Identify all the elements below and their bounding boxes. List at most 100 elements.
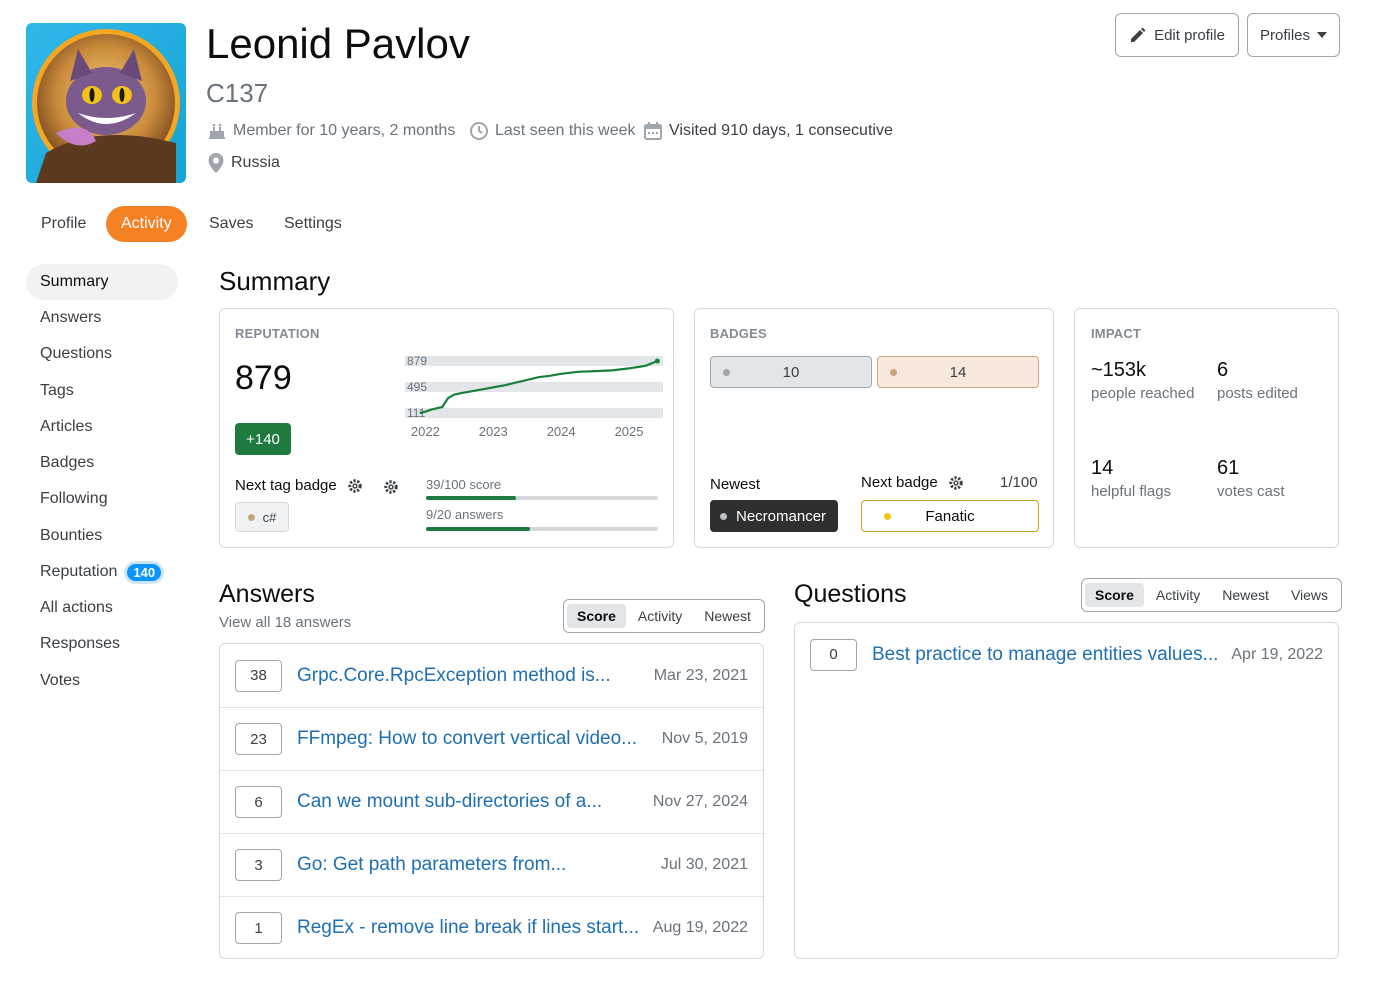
sort-activity[interactable]: Activity bbox=[628, 604, 692, 628]
reputation-chart: 879495111 2022 2023 2024 2025 bbox=[405, 354, 663, 439]
pencil-icon bbox=[1131, 27, 1146, 42]
sidebar-item-tags[interactable]: Tags bbox=[26, 373, 178, 409]
answer-row: 3 Go: Get path parameters from... Jul 30… bbox=[220, 833, 763, 896]
x-tick-label: 2025 bbox=[615, 424, 644, 439]
sidebar-item-label: Questions bbox=[40, 345, 113, 362]
questions-title: Questions bbox=[794, 580, 907, 608]
answer-title-link[interactable]: Go: Get path parameters from... bbox=[297, 854, 661, 876]
tab-label: Activity bbox=[121, 215, 172, 232]
tab-profile[interactable]: Profile bbox=[26, 206, 101, 242]
user-handle: C137 bbox=[206, 78, 269, 108]
answer-title-link[interactable]: Grpc.Core.RpcException method is... bbox=[297, 665, 654, 687]
sidebar-item-label: Responses bbox=[40, 635, 121, 652]
x-tick-label: 2023 bbox=[479, 424, 508, 439]
impact-card: IMPACT ~153k people reached 6 posts edit… bbox=[1074, 308, 1339, 548]
answer-score: 1 bbox=[235, 912, 282, 944]
people-reached-label: people reached bbox=[1091, 385, 1195, 402]
silver-badge-count[interactable]: 10 bbox=[710, 356, 872, 388]
newest-badge-chip[interactable]: Necromancer bbox=[710, 500, 838, 532]
sidebar-item-label: Following bbox=[40, 490, 108, 507]
sort-score[interactable]: Score bbox=[567, 604, 626, 628]
tag-chip[interactable]: c# bbox=[235, 502, 289, 532]
answer-row: 6 Can we mount sub-directories of a... N… bbox=[220, 770, 763, 833]
gear-icon[interactable] bbox=[383, 479, 399, 495]
x-tick-label: 2022 bbox=[411, 424, 440, 439]
silver-count: 10 bbox=[782, 363, 800, 381]
tab-label: Settings bbox=[284, 215, 342, 232]
sidebar-item-responses[interactable]: Responses bbox=[26, 626, 178, 662]
edit-profile-button[interactable]: Edit profile bbox=[1115, 13, 1239, 57]
reputation-count-badge: 140 bbox=[127, 563, 162, 581]
progress-answers-fill bbox=[426, 527, 531, 531]
next-badge-name: Fanatic bbox=[925, 507, 975, 525]
x-tick-label: 2024 bbox=[547, 424, 576, 439]
sidebar-item-badges[interactable]: Badges bbox=[26, 445, 178, 481]
next-badge-chip[interactable]: Fanatic bbox=[861, 500, 1039, 532]
answers-sort-control: Score Activity Newest bbox=[563, 599, 765, 633]
tab-label: Profile bbox=[41, 215, 87, 232]
question-date: Apr 19, 2022 bbox=[1231, 645, 1323, 663]
newest-badge-label: Newest bbox=[710, 476, 761, 493]
sort-newest[interactable]: Newest bbox=[694, 604, 761, 628]
reputation-card: REPUTATION 879 +140 879 495 111 2022 2023 20… bbox=[219, 308, 674, 548]
progress-score-label: 39/100 score bbox=[426, 477, 502, 492]
answer-title-link[interactable]: FFmpeg: How to convert vertical video... bbox=[297, 728, 662, 750]
progress-answers-track bbox=[426, 527, 658, 531]
badge-dot-icon bbox=[720, 512, 727, 520]
bronze-count: 14 bbox=[949, 363, 967, 381]
sidebar-item-answers[interactable]: Answers bbox=[26, 300, 178, 336]
sidebar-item-label: Reputation bbox=[40, 563, 118, 580]
gridline-band bbox=[405, 356, 663, 366]
answer-row: 23 FFmpeg: How to convert vertical video… bbox=[220, 707, 763, 770]
sidebar-item-label: Answers bbox=[40, 309, 102, 326]
profiles-label: Profiles bbox=[1259, 26, 1311, 44]
questions-list: 0 Best practice to manage entities value… bbox=[794, 622, 1339, 959]
badges-card: BADGES 10 14 Newest Necromancer Next bad… bbox=[694, 308, 1054, 548]
sidebar-item-questions[interactable]: Questions bbox=[26, 336, 178, 372]
sidebar-item-summary[interactable]: Summary bbox=[26, 264, 178, 300]
answer-title-link[interactable]: RegEx - remove line break if lines start… bbox=[297, 917, 653, 939]
calendar-icon bbox=[644, 122, 662, 140]
gear-icon[interactable] bbox=[347, 478, 363, 494]
last-seen-text: Last seen this week bbox=[495, 122, 636, 139]
sidebar-item-label: All actions bbox=[40, 599, 113, 616]
helpful-flags-label: helpful flags bbox=[1091, 483, 1172, 500]
sort-score[interactable]: Score bbox=[1085, 583, 1144, 607]
answer-date: Aug 19, 2022 bbox=[652, 919, 748, 936]
gear-icon[interactable] bbox=[948, 475, 964, 491]
profiles-dropdown[interactable]: Profiles bbox=[1247, 13, 1340, 57]
visited: Visited 910 days, 1 consecutive bbox=[643, 121, 893, 141]
bronze-badge-count[interactable]: 14 bbox=[877, 356, 1039, 388]
answer-title-link[interactable]: Can we mount sub-directories of a... bbox=[297, 791, 653, 813]
sidebar-item-reputation[interactable]: Reputation 140 bbox=[26, 554, 178, 590]
sort-newest[interactable]: Newest bbox=[1212, 583, 1279, 607]
people-reached-value: ~153k bbox=[1091, 359, 1147, 381]
question-title-link[interactable]: Best practice to manage entities values.… bbox=[872, 644, 1231, 666]
answer-date: Nov 5, 2019 bbox=[661, 730, 748, 747]
next-tag-badge: Next tag badge bbox=[235, 477, 363, 494]
tab-settings[interactable]: Settings bbox=[269, 206, 357, 242]
sort-activity[interactable]: Activity bbox=[1146, 583, 1210, 607]
question-score: 0 bbox=[810, 638, 857, 671]
next-badge-label: Next badge bbox=[861, 474, 938, 491]
sidebar-item-all-actions[interactable]: All actions bbox=[26, 590, 178, 626]
summary-title: Summary bbox=[219, 266, 331, 296]
impact-label: IMPACT bbox=[1091, 326, 1142, 341]
tab-activity[interactable]: Activity bbox=[106, 206, 187, 242]
sidebar-item-bounties[interactable]: Bounties bbox=[26, 518, 178, 554]
sort-views[interactable]: Views bbox=[1281, 583, 1338, 607]
questions-sort-control: Score Activity Newest Views bbox=[1081, 578, 1343, 612]
sidebar-item-following[interactable]: Following bbox=[26, 481, 178, 517]
answers-view-all-link[interactable]: View all 18 answers bbox=[219, 614, 351, 631]
sidebar-item-articles[interactable]: Articles bbox=[26, 409, 178, 445]
sidebar-item-votes[interactable]: Votes bbox=[26, 663, 178, 699]
cake-icon bbox=[209, 123, 225, 139]
gridline-band bbox=[405, 382, 663, 392]
member-for: Member for 10 years, 2 months bbox=[207, 121, 455, 141]
answer-score: 6 bbox=[235, 786, 282, 818]
tab-saves[interactable]: Saves bbox=[194, 206, 268, 242]
sidebar-item-label: Summary bbox=[40, 273, 109, 290]
answer-date: Nov 27, 2024 bbox=[652, 793, 748, 810]
answer-date: Mar 23, 2021 bbox=[653, 666, 748, 684]
gold-dot-icon bbox=[884, 512, 891, 520]
